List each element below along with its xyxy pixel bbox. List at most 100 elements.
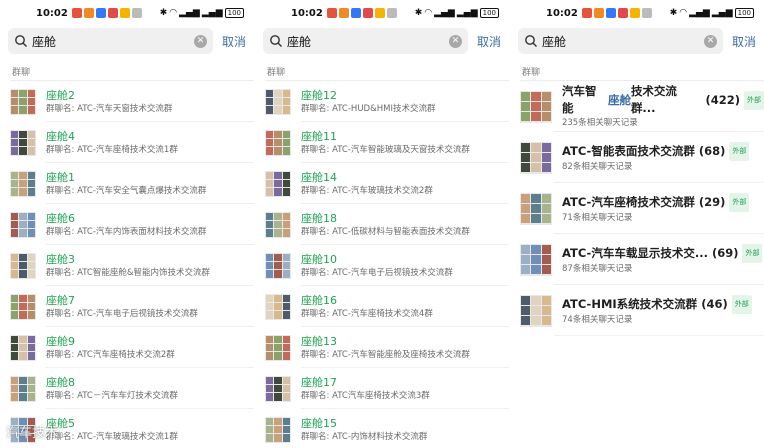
group-result-row[interactable]: 座舱3 群聊名: ATC智能座舱&智能内饰技术交流群 bbox=[0, 245, 254, 286]
group-result-row[interactable]: 座舱9 群聊名: ATC汽车座椅技术交流2群 bbox=[0, 327, 254, 368]
group-result-row[interactable]: 座舱10 群聊名: ATC-汽车电子后视镜技术交流群 bbox=[255, 245, 509, 286]
app-notification-icon bbox=[95, 8, 106, 18]
group-result-row[interactable]: 座舱8 群聊名: ATC－汽车车灯技术交流群 bbox=[0, 368, 254, 409]
group-list: 座舱12 群聊名: ATC-HUD&HMI技术交流群 座舱11 群聊名: ATC-汽车… bbox=[255, 81, 509, 448]
avatar-tile bbox=[266, 179, 274, 188]
avatar-tile bbox=[531, 203, 541, 214]
avatar-tile bbox=[541, 163, 551, 173]
group-history-row[interactable]: ATC-汽车座椅技术交流群 (29) 外部 71条相关聊天记录 bbox=[510, 183, 764, 234]
title-number: 7 bbox=[68, 293, 75, 307]
search-box[interactable]: ✕ bbox=[518, 28, 723, 54]
avatar-tile bbox=[19, 335, 27, 343]
group-result-row[interactable]: 座舱12 群聊名: ATC-HUD&HMI技术交流群 bbox=[255, 81, 509, 122]
search-box[interactable]: ✕ bbox=[8, 28, 213, 54]
battery-icon: 100 bbox=[479, 8, 499, 18]
clear-icon[interactable]: ✕ bbox=[448, 34, 462, 48]
group-result-row[interactable]: 座舱6 群聊名: ATC-汽车内饰表面材料技术交流群 bbox=[0, 204, 254, 245]
subtitle-prefix: 群聊名: bbox=[46, 349, 78, 360]
avatar-tile bbox=[541, 295, 551, 305]
subtitle-prefix: 群聊名: bbox=[301, 185, 333, 196]
avatar-tile bbox=[531, 163, 541, 173]
avatar-tile bbox=[27, 188, 35, 196]
group-result-row[interactable]: 座舱17 群聊名: ATC汽车座椅技术交流3群 bbox=[255, 368, 509, 409]
avatar-tile bbox=[274, 434, 282, 442]
group-result-row[interactable]: 座舱14 群聊名: ATC-汽车玻璃技术交流2群 bbox=[255, 163, 509, 204]
app-notification-icon bbox=[326, 8, 337, 18]
avatar-tile bbox=[11, 229, 19, 237]
title-number: 2 bbox=[68, 88, 75, 102]
group-result-row[interactable]: 座舱16 群聊名: ATC-汽车座椅技术交流4群 bbox=[255, 286, 509, 327]
avatar-tile bbox=[541, 316, 551, 326]
group-title: 汽车智能 座舱 技术交流群... (422) 外部 bbox=[562, 83, 764, 117]
avatar-tile bbox=[27, 343, 35, 352]
app-notification-icon bbox=[338, 8, 349, 18]
row-text: 座舱5 群聊名: ATC-汽车玻璃技术交流1群 bbox=[46, 416, 178, 444]
group-subtitle: 群聊名: ATC汽车座椅技术交流2群 bbox=[46, 349, 175, 362]
avatar-tile bbox=[274, 311, 282, 319]
search-row: ✕ 取消 bbox=[510, 26, 764, 56]
group-result-row[interactable]: 座舱11 群聊名: ATC-汽车智能玻璃及天窗技术交流群 bbox=[255, 122, 509, 163]
wifi-icon: ◠ bbox=[679, 8, 688, 18]
row-text: 座舱9 群聊名: ATC汽车座椅技术交流2群 bbox=[46, 334, 175, 362]
app-notification-icon bbox=[350, 8, 361, 18]
group-history-row[interactable]: ATC-智能表面技术交流群 (68) 外部 82条相关聊天记录 bbox=[510, 132, 764, 183]
search-box[interactable]: ✕ bbox=[263, 28, 468, 54]
group-result-row[interactable]: 座舱4 群聊名: ATC-汽车座椅技术交流1群 bbox=[0, 122, 254, 163]
cancel-button[interactable]: 取消 bbox=[477, 33, 501, 50]
title-part: ATC-HMI系统技术交流群 bbox=[562, 296, 698, 311]
title-part: 技术交流群... bbox=[630, 84, 677, 115]
avatar-tile bbox=[27, 89, 35, 97]
group-subtitle: 群聊名: ATC-汽车电子后视镜技术交流群 bbox=[46, 308, 198, 321]
avatar-tile bbox=[11, 253, 19, 261]
search-input[interactable] bbox=[287, 34, 437, 48]
search-icon bbox=[525, 35, 537, 47]
cancel-button[interactable]: 取消 bbox=[732, 33, 756, 50]
avatar-tile bbox=[11, 302, 19, 311]
group-result-row[interactable]: 座舱15 群聊名: ATC-内饰材料技术交流群 bbox=[255, 409, 509, 448]
screenshot-composite: 10:02 ✱ ◠ ▂▄▆ ▂▄▆ 100 ✕ bbox=[0, 0, 764, 448]
avatar-tile bbox=[282, 106, 290, 114]
subtitle-prefix: 群聊名: bbox=[46, 185, 78, 196]
group-subtitle: 群聊名: ATC-汽车内饰表面材料技术交流群 bbox=[46, 226, 206, 239]
row-text: 座舱6 群聊名: ATC-汽车内饰表面材料技术交流群 bbox=[46, 211, 206, 239]
title-highlight: 座舱 bbox=[301, 416, 323, 430]
group-result-row[interactable]: 座舱7 群聊名: ATC-汽车电子后视镜技术交流群 bbox=[0, 286, 254, 327]
title-number: 5 bbox=[68, 416, 75, 430]
status-bar: 10:02 ✱ ◠ ▂▄▆ ▂▄▆ 100 bbox=[0, 0, 254, 26]
search-input[interactable] bbox=[32, 34, 182, 48]
group-full-name: ATC-汽车电子后视镜技术交流群 bbox=[77, 308, 198, 319]
group-result-row[interactable]: 座舱1 群聊名: ATC-汽车安全气囊点爆技术交流群 bbox=[0, 163, 254, 204]
system-status-icons: ✱ ◠ ▂▄▆ ▂▄▆ 100 bbox=[670, 8, 754, 18]
group-result-row[interactable]: 座舱2 群聊名: ATC-汽车天窗技术交流群 bbox=[0, 81, 254, 122]
title-part: 座舱 bbox=[607, 92, 631, 107]
bluetooth-icon: ✱ bbox=[414, 8, 423, 18]
group-history-row[interactable]: 汽车智能 座舱 技术交流群... (422) 外部 235条相关聊天记录 bbox=[510, 81, 764, 132]
avatar-tile bbox=[19, 393, 27, 401]
group-avatar bbox=[10, 129, 36, 156]
avatar-tile bbox=[266, 106, 274, 114]
avatar-tile bbox=[521, 142, 531, 152]
title-highlight: 座舱 bbox=[46, 129, 68, 143]
avatar-tile bbox=[274, 393, 282, 401]
avatar-tile bbox=[274, 294, 282, 302]
group-title: 座舱11 bbox=[301, 129, 470, 144]
clear-icon[interactable]: ✕ bbox=[193, 34, 207, 48]
row-text: 座舱15 群聊名: ATC-内饰材料技术交流群 bbox=[301, 416, 427, 444]
title-highlight: 座舱 bbox=[46, 252, 68, 266]
group-history-row[interactable]: ATC-汽车车载显示技术交... (69) 外部 87条相关聊天记录 bbox=[510, 234, 764, 285]
signal-icon: ▂▄▆ bbox=[689, 8, 710, 18]
group-avatar bbox=[265, 129, 291, 156]
clear-icon[interactable]: ✕ bbox=[703, 34, 717, 48]
avatar-tile bbox=[266, 130, 274, 138]
app-notification-icon bbox=[107, 8, 118, 18]
avatar-tile bbox=[19, 106, 27, 114]
group-subtitle: 群聊名: ATC-汽车智能玻璃及天窗技术交流群 bbox=[301, 144, 470, 157]
cancel-button[interactable]: 取消 bbox=[222, 33, 246, 50]
row-text: 座舱4 群聊名: ATC-汽车座椅技术交流1群 bbox=[46, 129, 178, 157]
avatar-tile bbox=[11, 220, 19, 229]
group-history-row[interactable]: ATC-HMI系统技术交流群 (46) 外部 74条相关聊天记录 bbox=[510, 285, 764, 336]
search-input[interactable] bbox=[542, 34, 692, 48]
avatar-tile bbox=[274, 97, 282, 106]
group-result-row[interactable]: 座舱13 群聊名: ATC-汽车智能座舱及座椅技术交流群 bbox=[255, 327, 509, 368]
group-result-row[interactable]: 座舱18 群聊名: ATC-低碳材料与智能表面技术交流群 bbox=[255, 204, 509, 245]
